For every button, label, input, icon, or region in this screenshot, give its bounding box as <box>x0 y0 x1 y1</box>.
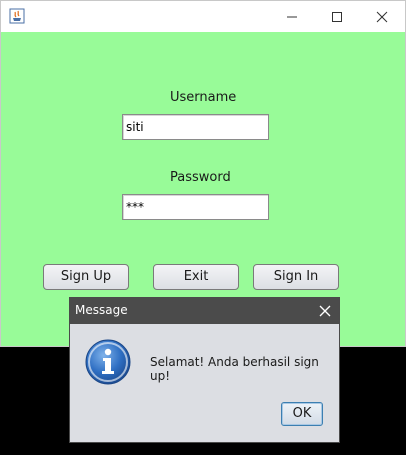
close-icon <box>376 11 388 22</box>
main-window: Username siti Password *** Sign Up Exit … <box>0 0 406 347</box>
close-button[interactable] <box>359 1 405 32</box>
password-input[interactable]: *** <box>122 194 269 220</box>
exit-button[interactable]: Exit <box>153 264 239 290</box>
java-app-icon <box>9 8 25 24</box>
dialog-body: Selamat! Anda berhasil sign up! OK <box>70 324 339 442</box>
message-dialog: Message Selamat! Anda berhasil sign up! … <box>69 297 340 443</box>
dialog-title-bar[interactable]: Message <box>70 298 339 324</box>
close-icon[interactable] <box>317 303 333 319</box>
minimize-icon <box>287 16 297 17</box>
minimize-button[interactable] <box>269 1 315 32</box>
sign-up-button[interactable]: Sign Up <box>43 264 129 290</box>
username-label: Username <box>170 90 237 105</box>
maximize-icon <box>332 11 342 22</box>
title-bar[interactable] <box>1 1 405 32</box>
ok-button[interactable]: OK <box>281 402 323 426</box>
dialog-title: Message <box>75 303 128 317</box>
info-icon <box>85 339 131 385</box>
dialog-message: Selamat! Anda berhasil sign up! <box>150 355 319 383</box>
sign-in-button[interactable]: Sign In <box>253 264 339 290</box>
screen: Username siti Password *** Sign Up Exit … <box>0 0 406 455</box>
password-label: Password <box>170 170 231 185</box>
maximize-button[interactable] <box>314 1 360 32</box>
username-input[interactable]: siti <box>122 114 269 140</box>
